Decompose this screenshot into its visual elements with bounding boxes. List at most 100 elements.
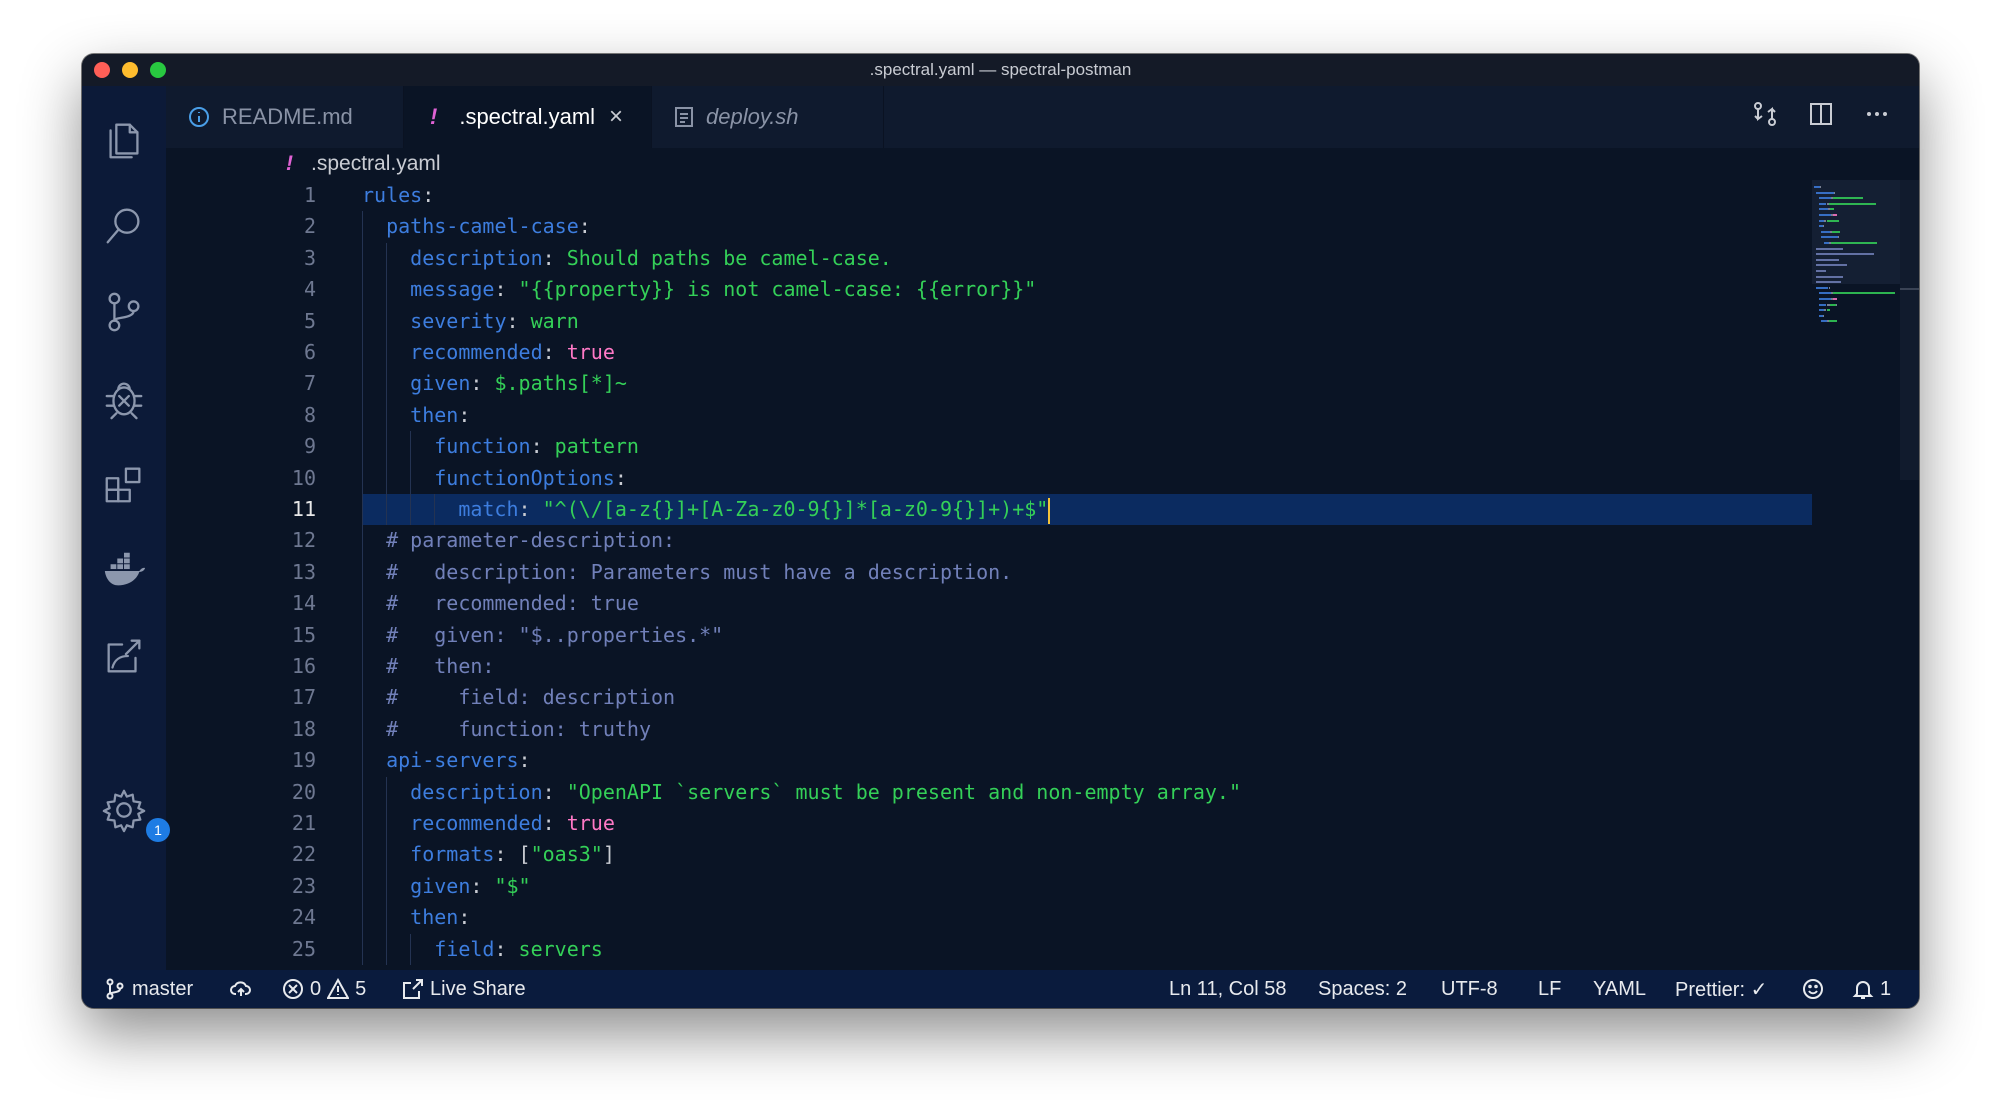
code-line[interactable]: 4 message: "{{property}} is not camel-cas… — [166, 274, 1812, 306]
minimap-stroke — [1833, 214, 1838, 216]
code-line[interactable]: 14 # recommended: true — [166, 588, 1812, 620]
window-controls — [94, 62, 166, 78]
line-number: 18 — [291, 716, 316, 741]
source-control-button[interactable] — [100, 288, 148, 336]
indent-guide — [386, 808, 388, 840]
code-line[interactable]: 8 then: — [166, 399, 1812, 432]
code-line[interactable]: 25 field: servers — [166, 933, 1812, 965]
code-token: : — [530, 434, 555, 459]
live-share-status[interactable]: Live Share — [402, 970, 526, 1008]
code-line[interactable]: 10 functionOptions: — [166, 462, 1812, 494]
code-token: # given: "$..properties.*" — [386, 622, 724, 647]
manage-settings-button[interactable]: 1 — [100, 786, 170, 842]
language-mode[interactable]: YAML — [1593, 970, 1646, 1008]
feedback-button[interactable] — [1802, 970, 1830, 1008]
eol-status[interactable]: LF — [1538, 970, 1561, 1008]
code-line[interactable]: 23 given: "$" — [166, 870, 1812, 903]
code-line[interactable]: 15 # given: "$..properties.*" — [166, 619, 1812, 651]
compare-changes-button[interactable] — [1751, 100, 1779, 128]
code-line[interactable]: 24 then: — [166, 902, 1812, 934]
cursor-position[interactable]: Ln 11, Col 58 — [1169, 970, 1287, 1008]
tab-deploy-sh[interactable]: deploy.sh — [652, 86, 884, 148]
tab-spectral-yaml[interactable]: ! .spectral.yaml × — [404, 86, 652, 148]
code-line[interactable]: 22 formats: ["oas3"] — [166, 839, 1812, 871]
code-line[interactable]: 13 # description: Parameters must have a … — [166, 556, 1812, 589]
yaml-file-icon: ! — [430, 104, 438, 129]
minimap-stroke — [1816, 281, 1841, 284]
code-token: : — [518, 497, 543, 521]
code-line[interactable]: 5 severity: warn — [166, 305, 1812, 337]
minimap-stroke — [1816, 270, 1827, 272]
minimap[interactable] — [1812, 180, 1900, 970]
notifications-button[interactable]: 1 — [1852, 970, 1891, 1008]
search-button[interactable] — [100, 202, 148, 250]
code-line[interactable]: 21 recommended: true — [166, 808, 1812, 840]
tab-readme[interactable]: README.md — [166, 86, 404, 148]
code-line[interactable]: 12 # parameter-description: — [166, 525, 1812, 557]
code-text: then: — [410, 902, 470, 933]
code-line[interactable]: 7 given: $.paths[*]~ — [166, 368, 1812, 400]
breadcrumb-file[interactable]: .spectral.yaml — [311, 152, 441, 176]
code-line[interactable]: 6 recommended: true — [166, 337, 1812, 369]
encoding-status[interactable]: UTF-8 — [1441, 970, 1498, 1008]
code-line[interactable]: 2 paths-camel-case: — [166, 211, 1812, 243]
code-line[interactable]: 1 rules: — [166, 180, 1812, 211]
more-actions-button[interactable] — [1863, 100, 1891, 128]
debug-icon — [105, 382, 143, 420]
minimap-stroke — [1826, 219, 1839, 222]
live-share-button[interactable] — [100, 632, 148, 680]
close-window-button[interactable] — [94, 62, 110, 78]
sync-status[interactable] — [230, 970, 258, 1008]
minimap-stroke — [1829, 303, 1837, 306]
split-editor-button[interactable] — [1807, 100, 1835, 128]
code-line[interactable]: 16 # then: — [166, 651, 1812, 683]
code-line[interactable]: 17 # field: description — [166, 682, 1812, 714]
code-token: description — [410, 245, 543, 270]
code-editor[interactable]: 1 rules: 2 paths-camel-case: 3 description: S… — [166, 180, 1812, 970]
vertical-scrollbar[interactable] — [1900, 180, 1919, 480]
minimap-stroke — [1816, 253, 1874, 256]
problems-status[interactable]: 0 5 — [282, 970, 366, 1008]
indent-guide — [362, 933, 363, 965]
yaml-file-icon: ! — [286, 152, 293, 175]
code-text: severity: warn — [410, 306, 579, 337]
branch-status[interactable]: master — [104, 970, 193, 1008]
zoom-window-button[interactable] — [150, 62, 166, 78]
code-token: : — [458, 905, 471, 930]
minimap-stroke — [1821, 230, 1830, 233]
indent-guide — [362, 274, 363, 306]
code-token: match — [458, 497, 519, 521]
code-text: field: servers — [434, 934, 603, 965]
indent-guide — [362, 337, 363, 369]
code-line[interactable]: 3 description: Should paths be camel-case… — [166, 242, 1812, 275]
code-line[interactable]: 9 function: pattern — [166, 431, 1812, 463]
code-token: paths-camel-case — [386, 214, 579, 239]
line-number: 24 — [291, 905, 316, 930]
docker-button[interactable] — [100, 546, 148, 594]
indentation-status[interactable]: Spaces: 2 — [1318, 970, 1407, 1008]
extensions-button[interactable] — [100, 460, 148, 508]
code-text: # given: "$..properties.*" — [386, 620, 723, 651]
code-text: # description: Parameters must have a de… — [386, 557, 1012, 588]
prettier-status[interactable]: Prettier: ✓ — [1675, 970, 1767, 1008]
code-line[interactable]: 11 match: "^(\/[a-z{}]+[A-Za-z0-9{}]*[a-z… — [166, 494, 1812, 526]
indent-guide — [386, 776, 388, 808]
minimap-stroke — [1834, 191, 1836, 194]
explorer-button[interactable] — [100, 116, 148, 164]
minimize-window-button[interactable] — [122, 62, 138, 78]
code-line[interactable]: 19 api-servers: — [166, 745, 1812, 777]
code-text: recommended: true — [410, 337, 615, 368]
indent-guide — [362, 462, 363, 494]
close-icon[interactable]: × — [609, 103, 623, 131]
indent-guide — [362, 368, 363, 400]
line-number: 22 — [291, 842, 316, 867]
code-line[interactable]: 20 description: "OpenAPI `servers` must b… — [166, 776, 1812, 808]
indent-guide — [362, 556, 363, 589]
indent-guide — [362, 588, 363, 620]
debug-button[interactable] — [100, 374, 148, 422]
code-text: functionOptions: — [434, 463, 627, 494]
code-token: api-servers — [386, 748, 519, 773]
breadcrumb[interactable]: ! .spectral.yaml — [166, 148, 1919, 180]
code-line[interactable]: 18 # function: truthy — [166, 713, 1812, 746]
line-number: 5 — [303, 308, 316, 333]
